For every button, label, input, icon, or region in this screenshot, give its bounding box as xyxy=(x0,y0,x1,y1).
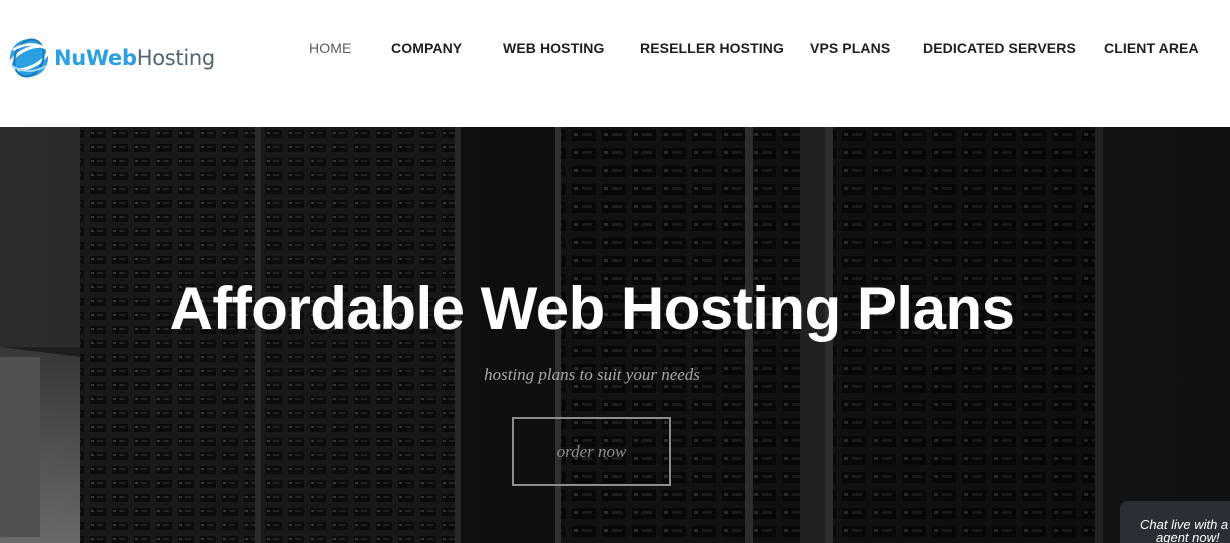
nav-item-company[interactable]: COMPANY xyxy=(391,40,462,56)
main-nav: HOME COMPANY WEB HOSTING RESELLER HOSTIN… xyxy=(0,40,1230,60)
chat-line-2: agent now! xyxy=(1156,530,1220,543)
hero-banner: Affordable Web Hosting Plans hosting pla… xyxy=(0,127,1230,543)
nav-item-vps-plans[interactable]: VPS PLANS xyxy=(810,40,890,56)
hero-title: Affordable Web Hosting Plans xyxy=(169,275,1015,342)
site-header: NuWebHosting HOME COMPANY WEB HOSTING RE… xyxy=(0,0,1230,127)
hero-subtitle: hosting plans to suit your needs xyxy=(484,365,700,384)
nav-item-dedicated-servers[interactable]: DEDICATED SERVERS xyxy=(923,40,1076,56)
nav-item-web-hosting[interactable]: WEB HOSTING xyxy=(503,40,604,56)
order-now-button[interactable]: order now xyxy=(512,417,671,486)
nav-item-client-area[interactable]: CLIENT AREA xyxy=(1104,40,1199,56)
live-chat-widget[interactable]: Chat live with a agent now! xyxy=(1120,501,1230,543)
nav-item-home[interactable]: HOME xyxy=(309,40,351,56)
nav-item-reseller-hosting[interactable]: RESELLER HOSTING xyxy=(640,40,784,56)
